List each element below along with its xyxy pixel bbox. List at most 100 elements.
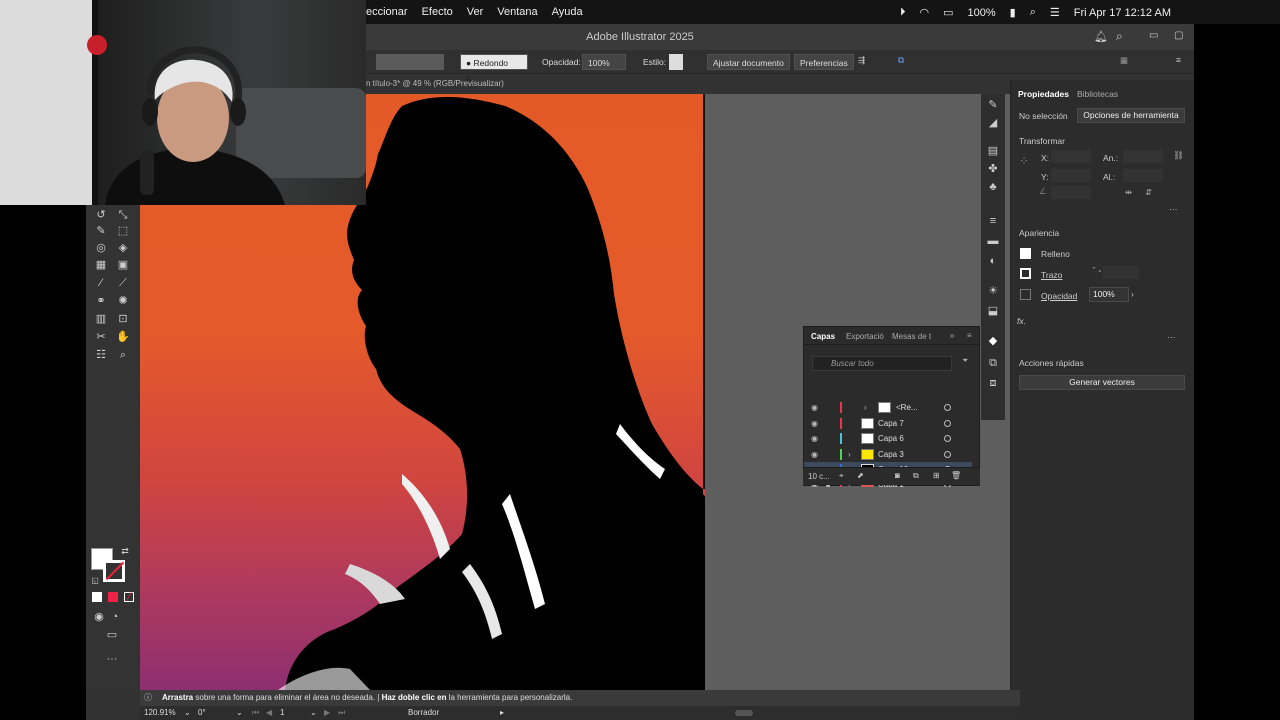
- menu-select[interactable]: eccionar: [366, 6, 408, 18]
- delete-layer-icon[interactable]: 🗑︎: [951, 471, 961, 480]
- menu-window[interactable]: Ventana: [497, 6, 537, 18]
- rotation-select[interactable]: 0°: [198, 706, 206, 720]
- artboard-chevron-icon[interactable]: ⌄: [310, 706, 317, 720]
- panel-layout-icon[interactable]: ▢: [1174, 30, 1183, 41]
- target-icon[interactable]: [944, 420, 951, 427]
- draw-mode-icon[interactable]: ◉: [92, 610, 106, 624]
- angle-input[interactable]: [1051, 186, 1091, 199]
- reference-point-icon[interactable]: ⁘: [1019, 154, 1029, 168]
- mesh-icon[interactable]: ▦: [94, 258, 108, 272]
- none-mode-icon[interactable]: ╱: [124, 592, 134, 602]
- stroke-label[interactable]: Trazo: [1041, 270, 1062, 280]
- battery-icon[interactable]: ▮: [1010, 6, 1016, 19]
- last-artboard-icon[interactable]: ⏭: [338, 706, 345, 720]
- artboard-number[interactable]: 1: [280, 706, 284, 720]
- shape-builder-icon[interactable]: ◎: [94, 241, 108, 255]
- opacity-prop-input[interactable]: 100%: [1089, 287, 1129, 302]
- layer-name[interactable]: Capa 3: [878, 447, 904, 462]
- more-appearance-icon[interactable]: ···: [1167, 332, 1176, 342]
- generate-vectors-button[interactable]: Generar vectores: [1019, 375, 1185, 390]
- menu-effect[interactable]: Efecto: [422, 6, 453, 18]
- zoom-icon[interactable]: ⌕: [116, 348, 130, 362]
- first-artboard-icon[interactable]: ⏮: [252, 706, 259, 720]
- layer-name[interactable]: Capa 7: [878, 416, 904, 431]
- new-layer-icon[interactable]: ⊞: [933, 471, 940, 480]
- gradient-panel-icon[interactable]: ▬: [985, 234, 1001, 248]
- export-layer-icon[interactable]: ⬈: [857, 471, 864, 480]
- document-tab[interactable]: n título-3* @ 49 % (RGB/Previsualizar): [366, 75, 504, 93]
- next-artboard-icon[interactable]: ▶: [324, 706, 330, 720]
- new-sublayer-icon[interactable]: ⧉: [913, 471, 919, 481]
- rotate-icon[interactable]: ↺: [94, 208, 108, 222]
- flip-vertical-icon[interactable]: ⇵: [1145, 187, 1152, 198]
- blend-icon[interactable]: ⚭: [94, 294, 108, 308]
- angle-icon[interactable]: ∠: [1039, 186, 1047, 197]
- eyedropper-icon[interactable]: ⁄: [94, 276, 108, 290]
- spotlight-icon[interactable]: ⌕: [1030, 6, 1036, 19]
- rotation-chevron-icon[interactable]: ⌄: [236, 706, 243, 720]
- panel-menu-icon[interactable]: ≡: [967, 331, 972, 340]
- opacity-prop-label[interactable]: Opacidad: [1041, 291, 1077, 301]
- expand-tabs-icon[interactable]: »: [950, 331, 954, 340]
- align-icon[interactable]: ⇶: [858, 55, 865, 66]
- menu-help[interactable]: Ayuda: [552, 6, 583, 18]
- filter-icon[interactable]: ⏷: [962, 356, 968, 366]
- sun-icon[interactable]: ☀: [985, 284, 1001, 298]
- graph-icon[interactable]: ▥: [94, 312, 108, 326]
- w-input[interactable]: [1123, 150, 1163, 163]
- arrange-icon[interactable]: ▦: [1120, 55, 1128, 66]
- layer-name[interactable]: <Re...: [896, 400, 918, 415]
- more-transform-icon[interactable]: ···: [1169, 204, 1178, 214]
- display-icon[interactable]: ▭: [943, 6, 953, 19]
- zoom-chevron-icon[interactable]: ⌄: [184, 706, 191, 720]
- expand-caret-icon[interactable]: ›: [848, 447, 851, 462]
- tab-artboards[interactable]: Mesas de t: [892, 332, 931, 341]
- record-icon[interactable]: ⏵: [900, 6, 906, 19]
- free-transform-icon[interactable]: ⬚: [116, 224, 130, 238]
- print-tiling-icon[interactable]: ☷: [94, 348, 108, 362]
- clock[interactable]: Fri Apr 17 12:12 AM: [1074, 7, 1171, 19]
- gradient-mode-icon[interactable]: [108, 592, 118, 602]
- layer-row[interactable]: ◉ › Capa 3: [804, 447, 972, 462]
- menu-view[interactable]: Ver: [467, 6, 484, 18]
- target-icon[interactable]: [944, 435, 951, 442]
- puppet-warp-icon[interactable]: ✎: [94, 224, 108, 238]
- y-input[interactable]: [1051, 169, 1091, 182]
- tab-export[interactable]: Exportació: [846, 332, 884, 341]
- expand-caret-icon[interactable]: ›: [864, 400, 867, 415]
- clipping-mask-icon[interactable]: ◙: [895, 471, 900, 480]
- style-swatch[interactable]: [669, 54, 683, 70]
- status-menu-icon[interactable]: ▸: [500, 706, 504, 720]
- search-icon[interactable]: ⌕: [1116, 29, 1123, 44]
- fx-label[interactable]: fx.: [1017, 316, 1026, 326]
- tab-libraries[interactable]: Bibliotecas: [1077, 89, 1118, 99]
- layer-name[interactable]: Capa 6: [878, 431, 904, 446]
- stroke-swatch[interactable]: [376, 54, 444, 70]
- recolor-icon[interactable]: ⧉: [898, 55, 904, 66]
- scale-icon[interactable]: ⤡: [116, 208, 130, 222]
- club-icon[interactable]: ♣: [985, 180, 1001, 194]
- layer-row[interactable]: ◉ Capa 6: [804, 431, 972, 446]
- eye-icon[interactable]: ◉: [811, 431, 821, 446]
- symbols-icon[interactable]: ✤: [985, 162, 1001, 176]
- artboards-icon[interactable]: ⧈: [985, 376, 1001, 390]
- default-colors-icon[interactable]: ◱: [88, 574, 102, 588]
- horizontal-scrollbar[interactable]: [735, 710, 753, 716]
- swatches-icon[interactable]: ◢: [985, 116, 1001, 130]
- zoom-select[interactable]: 120.91%: [144, 706, 176, 720]
- tool-options-button[interactable]: Opciones de herramienta: [1077, 108, 1185, 123]
- layer-row[interactable]: ◉ Capa 7: [804, 416, 972, 431]
- gradient-icon[interactable]: ▣: [116, 258, 130, 272]
- constrain-icon[interactable]: ⛓: [1173, 150, 1184, 161]
- target-icon[interactable]: [944, 451, 951, 458]
- fill-color-swatch[interactable]: [1020, 248, 1031, 259]
- opacity-input[interactable]: 100%: [582, 54, 626, 70]
- opacity-expand-icon[interactable]: ›: [1131, 289, 1134, 299]
- preferences-button[interactable]: Preferencias: [794, 54, 854, 70]
- hand-icon[interactable]: ✋: [116, 330, 130, 344]
- stroke-swatch-toolbar[interactable]: [103, 560, 125, 582]
- wifi-icon[interactable]: ◠: [920, 6, 930, 19]
- x-input[interactable]: [1051, 150, 1091, 163]
- adjust-document-button[interactable]: Ajustar documento: [707, 54, 790, 70]
- tab-properties[interactable]: Propiedades: [1018, 89, 1069, 99]
